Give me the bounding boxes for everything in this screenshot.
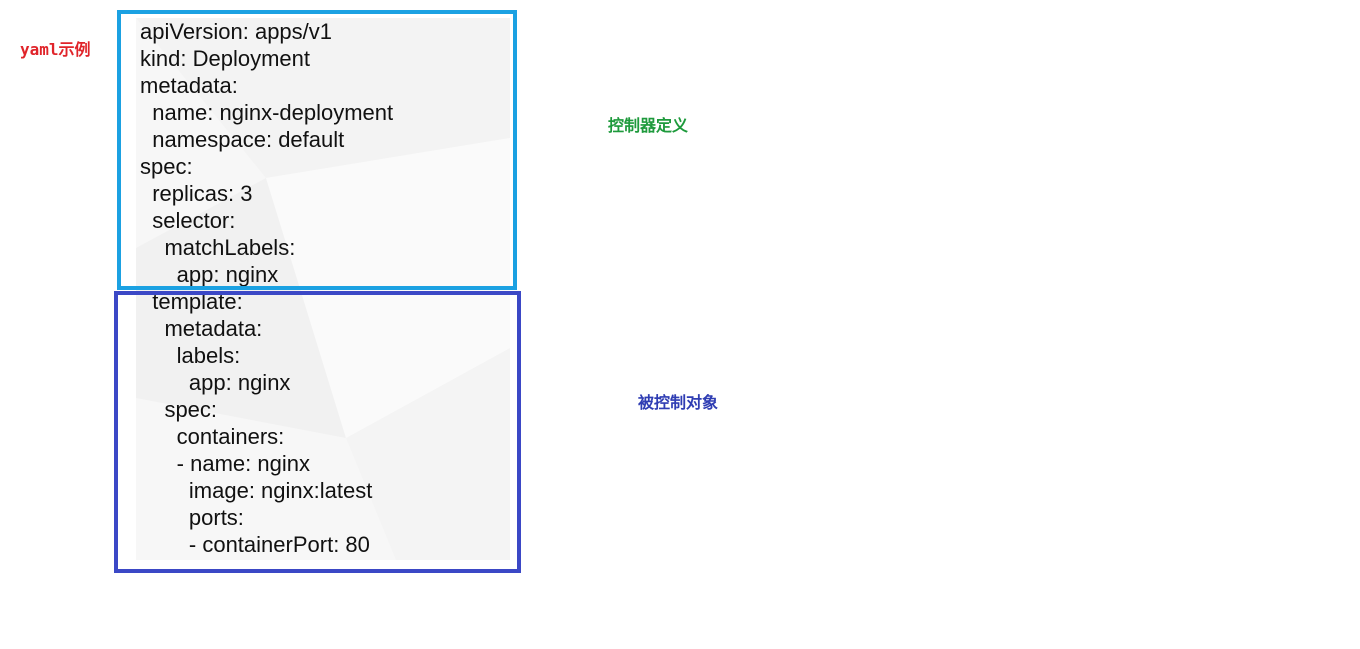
code-line: spec:	[140, 154, 193, 179]
code-line: apiVersion: apps/v1	[140, 19, 333, 44]
yaml-code-block: apiVersion: apps/v1 kind: Deployment metad…	[140, 18, 393, 558]
code-line: metadata:	[140, 73, 238, 98]
code-line: selector:	[140, 208, 236, 233]
code-line: name: nginx-deployment	[140, 100, 394, 125]
code-line: template:	[140, 289, 243, 314]
code-line: namespace: default	[140, 127, 345, 152]
code-line: app: nginx	[140, 370, 291, 395]
code-line: metadata:	[140, 316, 263, 341]
yaml-example-label: yaml示例	[20, 40, 91, 59]
code-line: ports:	[140, 505, 244, 530]
code-line: labels:	[140, 343, 241, 368]
code-line: spec:	[140, 397, 218, 422]
controller-definition-label: 控制器定义	[608, 116, 689, 135]
code-line: kind: Deployment	[140, 46, 310, 71]
code-line: replicas: 3	[140, 181, 253, 206]
code-line: - containerPort: 80	[140, 532, 370, 557]
code-line: image: nginx:latest	[140, 478, 373, 503]
code-line: app: nginx	[140, 262, 279, 287]
code-line: - name: nginx	[140, 451, 310, 476]
code-line: containers:	[140, 424, 285, 449]
controlled-object-label: 被控制对象	[638, 393, 719, 412]
code-line: matchLabels:	[140, 235, 296, 260]
